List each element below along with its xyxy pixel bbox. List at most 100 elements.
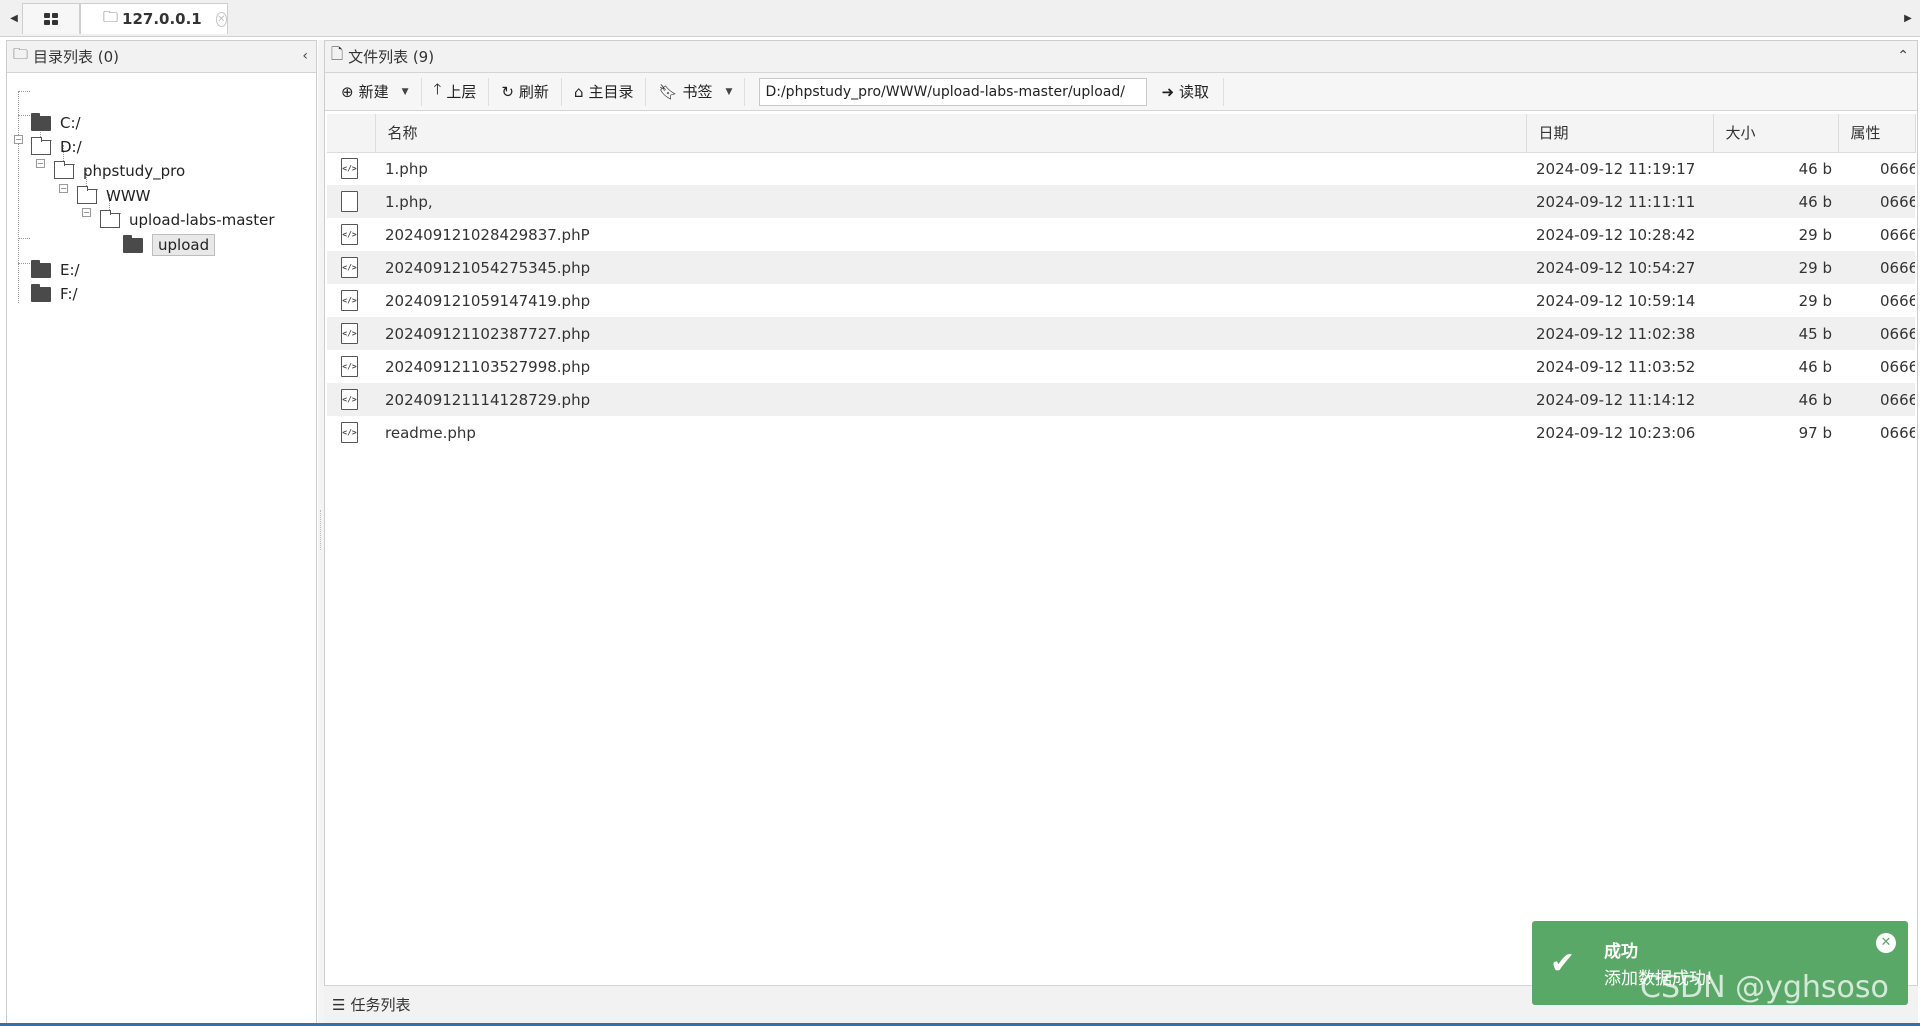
tree-item-label: C:/ [60, 114, 81, 132]
tree-item-phpstudy-pro[interactable]: phpstudy_pro [53, 159, 185, 183]
column-header-icon [327, 114, 376, 153]
tree-item-label: upload [152, 234, 216, 256]
collapse-panel-icon[interactable]: ‹ [302, 48, 308, 64]
column-header-size[interactable]: 大小 [1713, 114, 1839, 153]
file-date: 2024-09-12 11:03:52 [1536, 357, 1696, 376]
code-file-icon: </> [341, 356, 358, 377]
table-row[interactable]: </> 202409121059147419.php 2024-09-12 10… [327, 284, 1915, 317]
column-header-date[interactable]: 日期 [1526, 114, 1714, 153]
file-size: 46 b [1798, 159, 1832, 178]
file-name: readme.php [385, 423, 476, 442]
collapse-expander-icon[interactable]: − [59, 184, 68, 193]
file-attr: 0666 [1838, 185, 1915, 218]
file-panel-header: 🗋 文件列表 (9) ⌃ [325, 41, 1917, 73]
file-size: 46 b [1798, 357, 1832, 376]
file-name: 202409121059147419.php [385, 291, 591, 310]
caret-down-icon: ▼ [725, 86, 733, 97]
file-size: 46 b [1713, 383, 1838, 416]
file-attr: 0666 [1880, 357, 1915, 376]
code-file-icon: </> [341, 257, 358, 278]
file-size: 97 b [1798, 423, 1832, 442]
folder-outline-icon: 🗀 [103, 7, 119, 26]
file-name: 202409121028429837.phP [385, 225, 590, 244]
bookmark-button-label: 书签 [682, 83, 713, 101]
file-name: 202409121054275345.php [375, 251, 1526, 284]
folder-icon [31, 259, 51, 278]
bookmark-button[interactable]: 🔖︎ 书签 ▼ [646, 77, 746, 106]
file-size: 29 b [1798, 225, 1832, 244]
tree-item-f-drive[interactable]: F:/ [31, 282, 78, 306]
new-button[interactable]: ⊕ 新建 ▼ [329, 77, 422, 106]
code-file-icon: </> [341, 158, 358, 180]
refresh-button-label: 刷新 [518, 83, 549, 101]
tab-server-label: 127.0.0.1 [122, 10, 202, 28]
file-date: 2024-09-12 11:14:12 [1526, 383, 1713, 416]
file-size: 46 b [1713, 185, 1838, 218]
tree-item-d-drive[interactable]: D:/ [30, 135, 82, 159]
column-header-attr[interactable]: 属性 [1838, 114, 1916, 153]
file-attr: 0666 [1880, 291, 1915, 310]
grid-icon [44, 13, 58, 25]
arrow-right-icon: ➜ [1161, 82, 1175, 101]
tree-item-c-drive[interactable]: C:/ [31, 111, 81, 135]
table-row[interactable]: 1.php, 2024-09-12 11:11:11 46 b 0666 [327, 185, 1915, 218]
folder-icon [123, 234, 143, 253]
home-button-label: 主目录 [588, 83, 634, 101]
refresh-button[interactable]: ↻ 刷新 [489, 77, 562, 106]
file-date: 2024-09-12 10:23:06 [1536, 423, 1696, 442]
file-date: 2024-09-12 11:11:11 [1526, 185, 1713, 218]
column-header-name[interactable]: 名称 [375, 114, 1527, 153]
file-name: 1.php [385, 159, 428, 178]
table-row[interactable]: </> 202409121102387727.php 2024-09-12 11… [327, 317, 1915, 350]
table-row[interactable]: </> 202409121054275345.php 2024-09-12 10… [327, 251, 1915, 284]
tree-item-e-drive[interactable]: E:/ [31, 258, 80, 282]
home-icon: ⌂ [573, 82, 584, 101]
table-row[interactable]: </> 202409121028429837.phP 2024-09-12 10… [327, 218, 1915, 251]
file-panel: 🗋 文件列表 (9) ⌃ ⊕ 新建 ▼ 🡑 上层 ↻ 刷新 ⌂ 主目录 🔖︎ 书… [324, 40, 1918, 1024]
file-date: 2024-09-12 11:02:38 [1526, 317, 1713, 350]
tree-item-upload-labs-master[interactable]: upload-labs-master [99, 208, 275, 232]
tab-server[interactable]: 🗀 127.0.0.1 ✕ [80, 3, 228, 34]
tree-item-www[interactable]: WWW [76, 184, 151, 208]
file-date: 2024-09-12 10:28:42 [1536, 225, 1696, 244]
read-button[interactable]: ➜ 读取 [1147, 77, 1225, 106]
checkmark-icon: ✔ [1550, 945, 1576, 981]
collapse-panel-icon[interactable]: ⌃ [1897, 48, 1909, 64]
directory-tree: − − − − C:/ D:/ phpstudy_pro WWW upload-… [7, 73, 316, 303]
folder-open-icon [99, 209, 120, 228]
file-panel-title: 文件列表 (9) [348, 48, 435, 66]
file-toolbar: ⊕ 新建 ▼ 🡑 上层 ↻ 刷新 ⌂ 主目录 🔖︎ 书签 ▼ ➜ 读取 [325, 73, 1917, 111]
file-attr: 0666 [1880, 225, 1915, 244]
tree-item-upload[interactable]: upload [123, 233, 216, 257]
file-size: 45 b [1713, 317, 1838, 350]
folder-icon [31, 283, 51, 302]
file-date: 2024-09-12 11:19:17 [1536, 159, 1696, 178]
table-row[interactable]: </> 1.php 2024-09-12 11:19:17 46 b 0666 [327, 152, 1915, 185]
path-input[interactable] [759, 77, 1148, 106]
table-row[interactable]: </> 202409121103527998.php 2024-09-12 11… [327, 350, 1915, 383]
collapse-expander-icon[interactable]: − [36, 159, 45, 168]
tab-scroll-left-icon[interactable]: ◀ [4, 0, 24, 37]
folder-open-icon [30, 136, 51, 155]
file-date: 2024-09-12 10:54:27 [1526, 251, 1713, 284]
home-button[interactable]: ⌂ 主目录 [562, 77, 647, 106]
file-name: 202409121114128729.php [375, 383, 1526, 416]
directory-panel-header: 🗀 目录列表 (0) ‹ [7, 41, 316, 73]
table-row[interactable]: </> readme.php 2024-09-12 10:23:06 97 b … [327, 416, 1915, 449]
collapse-expander-icon[interactable]: − [82, 208, 91, 217]
file-name: 202409121103527998.php [385, 357, 591, 376]
file-outline-icon: 🗋 [331, 45, 344, 63]
table-row[interactable]: </> 202409121114128729.php 2024-09-12 11… [327, 383, 1915, 416]
code-file-icon: </> [341, 323, 358, 344]
file-name: 202409121102387727.php [375, 317, 1526, 350]
collapse-expander-icon[interactable]: − [14, 135, 23, 144]
close-tab-icon[interactable]: ✕ [215, 11, 227, 27]
folder-outline-icon: 🗀 [13, 45, 29, 63]
up-button-label: 上层 [446, 83, 477, 101]
tab-scroll-right-icon[interactable]: ▶ [1898, 0, 1918, 37]
close-toast-icon[interactable]: ✕ [1876, 933, 1896, 953]
tab-home[interactable] [22, 3, 80, 34]
caret-down-icon: ▼ [401, 86, 409, 97]
read-button-label: 读取 [1179, 83, 1210, 101]
up-button[interactable]: 🡑 上层 [422, 77, 490, 106]
